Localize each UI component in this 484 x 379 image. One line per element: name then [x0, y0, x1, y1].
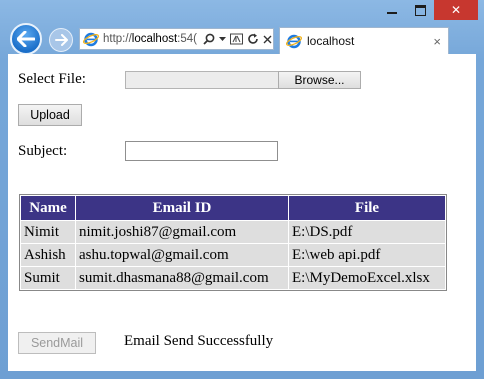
cell-name: Ashish	[21, 244, 75, 266]
minimize-icon	[387, 12, 397, 14]
maximize-icon	[414, 4, 426, 16]
cell-name: Sumit	[21, 267, 75, 289]
ie-icon	[286, 34, 302, 49]
forward-button[interactable]	[49, 28, 73, 52]
back-icon	[17, 31, 35, 47]
email-table: Name Email ID File Nimit nimit.joshi87@g…	[19, 194, 447, 291]
close-icon[interactable]	[263, 35, 272, 44]
cell-email: nimit.joshi87@gmail.com	[76, 221, 288, 243]
url-scheme: http://	[103, 33, 132, 45]
table-row: Nimit nimit.joshi87@gmail.com E:\DS.pdf	[21, 221, 445, 243]
tab-title: localhost	[307, 34, 355, 48]
table-row: Ashish ashu.topwal@gmail.com E:\web api.…	[21, 244, 445, 266]
column-header-name: Name	[21, 196, 75, 220]
url-port: :54(	[177, 33, 197, 45]
tab-close-icon[interactable]: ×	[433, 34, 441, 49]
subject-label: Subject:	[18, 143, 68, 159]
tab-localhost[interactable]: localhost ×	[279, 27, 449, 54]
forward-icon	[54, 34, 68, 46]
cell-email: sumit.dhasmana88@gmail.com	[76, 267, 288, 289]
cell-email: ashu.topwal@gmail.com	[76, 244, 288, 266]
browse-button[interactable]: Browse...	[278, 71, 361, 89]
dropdown-icon[interactable]	[219, 36, 226, 42]
subject-input[interactable]	[125, 141, 278, 161]
close-window-button[interactable]: ✕	[434, 0, 478, 20]
maximize-button[interactable]	[406, 0, 434, 20]
url-host: localhost	[131, 33, 178, 45]
sendmail-button[interactable]: SendMail	[18, 332, 96, 354]
status-message: Email Send Successfully	[124, 333, 274, 349]
select-file-label: Select File:	[18, 71, 86, 87]
ie-icon	[83, 32, 99, 47]
address-bar[interactable]: http://localhost:54(	[79, 28, 274, 50]
page-content: Select File: Browse... Upload Subject: N…	[8, 54, 476, 371]
upload-button[interactable]: Upload	[18, 104, 82, 126]
minimize-button[interactable]	[378, 0, 406, 20]
close-icon: ✕	[450, 3, 462, 17]
refresh-icon[interactable]	[247, 33, 259, 45]
cell-file: E:\web api.pdf	[289, 244, 445, 266]
address-tools	[203, 33, 272, 45]
cell-file: E:\MyDemoExcel.xlsx	[289, 267, 445, 289]
column-header-file: File	[289, 196, 445, 220]
cell-name: Nimit	[21, 221, 75, 243]
table-row: Sumit sumit.dhasmana88@gmail.com E:\MyDe…	[21, 267, 445, 289]
column-header-email: Email ID	[76, 196, 288, 220]
search-icon[interactable]	[203, 33, 215, 45]
window-controls: ✕	[378, 0, 478, 22]
back-button[interactable]	[10, 23, 42, 55]
table-header-row: Name Email ID File	[21, 196, 445, 220]
browser-window: ✕ http://localhost:54(localhost × Selec…	[0, 0, 484, 379]
url-text: http://localhost:54(	[103, 33, 201, 45]
cell-file: E:\DS.pdf	[289, 221, 445, 243]
compat-icon[interactable]	[230, 33, 243, 45]
